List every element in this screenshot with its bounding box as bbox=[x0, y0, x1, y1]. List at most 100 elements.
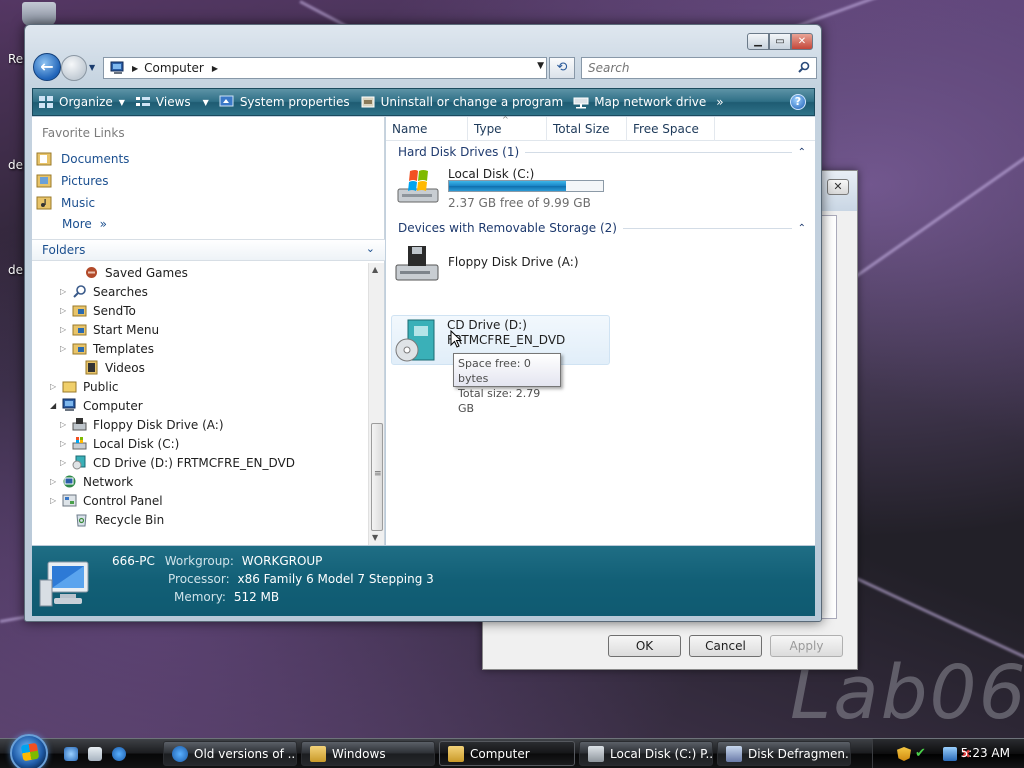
search-box[interactable] bbox=[581, 57, 817, 79]
folders-header[interactable]: Folders ⌄ bbox=[32, 239, 385, 261]
cancel-button[interactable]: Cancel bbox=[689, 635, 762, 657]
column-header-free-space[interactable]: Free Space bbox=[627, 117, 715, 141]
tree-item-recycle-bin[interactable]: Recycle Bin bbox=[62, 510, 164, 529]
expand-arrow-icon[interactable]: ▷ bbox=[60, 439, 70, 448]
taskbar-button-local-disk[interactable]: Local Disk (C:) P... bbox=[579, 741, 713, 766]
scroll-up-arrow-icon[interactable]: ▲ bbox=[372, 265, 378, 274]
maximize-button[interactable]: ▭ bbox=[769, 33, 791, 50]
scroll-down-arrow-icon[interactable]: ▼ bbox=[372, 533, 378, 542]
expand-arrow-icon[interactable]: ▷ bbox=[60, 325, 70, 334]
close-button[interactable]: ✕ bbox=[827, 179, 849, 195]
clock[interactable]: 5:23 AM bbox=[961, 746, 1010, 760]
tree-item-label: Videos bbox=[105, 360, 145, 375]
desktop-icon-label[interactable]: de bbox=[8, 263, 23, 277]
breadcrumb-computer[interactable]: Computer bbox=[144, 61, 204, 75]
tree-item-cd-drive[interactable]: ▷ CD Drive (D:) FRTMCFRE_EN_DVD bbox=[60, 453, 295, 472]
chevron-down-icon[interactable]: ⌄ bbox=[366, 242, 375, 255]
tree-item-templates[interactable]: ▷ Templates bbox=[60, 339, 154, 358]
views-button[interactable]: Views ▼ bbox=[130, 90, 214, 114]
taskbar-button-computer[interactable]: Computer bbox=[439, 741, 575, 766]
group-header-hard-disk[interactable]: Hard Disk Drives (1) ⌃ bbox=[398, 145, 806, 159]
column-header-type[interactable]: Type ^ bbox=[468, 115, 547, 141]
tree-item-local-disk-c[interactable]: ▷ Local Disk (C:) bbox=[60, 434, 179, 453]
tree-item-computer[interactable]: ◢ Computer bbox=[50, 396, 143, 415]
address-dropdown-button[interactable]: ▼ bbox=[537, 61, 544, 71]
address-bar[interactable]: ▶ Computer ▶ ▼ bbox=[103, 57, 547, 79]
forward-button[interactable] bbox=[61, 55, 87, 81]
collapse-arrow-icon[interactable]: ◢ bbox=[50, 401, 60, 410]
column-header-total-size[interactable]: Total Size bbox=[547, 117, 627, 141]
more-links-button[interactable]: More » bbox=[62, 217, 107, 231]
expand-arrow-icon[interactable]: ▷ bbox=[50, 496, 60, 505]
drive-item-floppy[interactable]: Floppy Disk Drive (A:) bbox=[394, 243, 614, 287]
tree-item-floppy[interactable]: ▷ Floppy Disk Drive (A:) bbox=[60, 415, 224, 434]
close-button[interactable]: ✕ bbox=[791, 33, 813, 50]
search-icon[interactable] bbox=[798, 61, 810, 73]
collapse-chevron-icon[interactable]: ⌃ bbox=[798, 223, 806, 234]
minimize-button[interactable]: ▁ bbox=[747, 33, 769, 50]
expand-arrow-icon[interactable]: ▷ bbox=[60, 344, 70, 353]
expand-arrow-icon[interactable]: ▷ bbox=[60, 420, 70, 429]
recycle-bin-icon bbox=[76, 514, 87, 527]
column-header-name[interactable]: Name bbox=[386, 117, 468, 141]
favorite-link-documents[interactable]: Documents bbox=[36, 149, 129, 169]
expand-arrow-icon[interactable]: ▷ bbox=[50, 382, 60, 391]
tree-item-label: Computer bbox=[83, 398, 143, 413]
tree-item-label: Searches bbox=[93, 284, 148, 299]
memory-key: Memory: bbox=[174, 590, 226, 604]
map-network-drive-button[interactable]: Map network drive bbox=[568, 90, 711, 114]
breadcrumb-separator[interactable]: ▶ bbox=[132, 64, 138, 73]
search-input[interactable] bbox=[582, 58, 782, 78]
recycle-bin-desktop-icon[interactable] bbox=[22, 2, 56, 26]
taskbar-button-ie[interactable]: Old versions of ... bbox=[163, 741, 297, 766]
tree-scrollbar[interactable]: ▲ ≡ ▼ bbox=[368, 263, 384, 545]
collapse-chevron-icon[interactable]: ⌃ bbox=[798, 147, 806, 158]
expand-arrow-icon[interactable]: ▷ bbox=[60, 306, 70, 315]
tree-item-start-menu[interactable]: ▷ Start Menu bbox=[60, 320, 159, 339]
favorite-link-music[interactable]: Music bbox=[36, 193, 95, 213]
processor-value: x86 Family 6 Model 7 Stepping 3 bbox=[237, 572, 434, 586]
more-label: More bbox=[62, 217, 92, 231]
favorite-link-label: Music bbox=[61, 196, 96, 210]
ok-button[interactable]: OK bbox=[608, 635, 681, 657]
tree-item-sendto[interactable]: ▷ SendTo bbox=[60, 301, 136, 320]
tree-item-saved-games[interactable]: Saved Games bbox=[72, 263, 188, 282]
show-desktop-icon[interactable] bbox=[64, 747, 78, 761]
favorite-link-pictures[interactable]: Pictures bbox=[36, 171, 109, 191]
desktop-icon-label[interactable]: de bbox=[8, 158, 23, 172]
system-properties-button[interactable]: System properties bbox=[214, 90, 355, 114]
tree-item-public[interactable]: ▷ Public bbox=[50, 377, 119, 396]
tree-item-control-panel[interactable]: ▷ Control Panel bbox=[50, 491, 163, 510]
apply-button[interactable]: Apply bbox=[770, 635, 843, 657]
uninstall-program-button[interactable]: Uninstall or change a program bbox=[355, 90, 569, 114]
switch-windows-icon[interactable] bbox=[88, 747, 102, 761]
tree-item-videos[interactable]: Videos bbox=[72, 358, 145, 377]
tree-item-network[interactable]: ▷ Network bbox=[50, 472, 133, 491]
taskbar-button-windows[interactable]: Windows bbox=[301, 741, 435, 766]
views-label: Views bbox=[155, 95, 191, 109]
organize-button[interactable]: Organize ▼ bbox=[33, 90, 130, 114]
internet-explorer-icon[interactable] bbox=[112, 747, 126, 761]
windows-logo-icon bbox=[20, 742, 40, 762]
toolbar-overflow-button[interactable]: » bbox=[711, 90, 728, 114]
expand-arrow-icon[interactable]: ▷ bbox=[50, 477, 60, 486]
desktop-icon-label[interactable]: Re bbox=[8, 52, 23, 66]
breadcrumb-separator[interactable]: ▶ bbox=[212, 64, 218, 73]
tree-item-searches[interactable]: ▷ Searches bbox=[60, 282, 148, 301]
network-status-icon[interactable] bbox=[943, 747, 957, 761]
taskbar-button-defrag[interactable]: Disk Defragmen... bbox=[717, 741, 851, 766]
network-drive-icon bbox=[573, 97, 589, 109]
security-shield-icon[interactable] bbox=[897, 747, 911, 761]
group-header-removable[interactable]: Devices with Removable Storage (2) ⌃ bbox=[398, 221, 806, 235]
start-button[interactable] bbox=[10, 734, 48, 768]
group-divider bbox=[525, 151, 792, 153]
scrollbar-thumb[interactable]: ≡ bbox=[371, 423, 383, 531]
checkmark-icon[interactable]: ✔ bbox=[915, 747, 929, 761]
expand-arrow-icon[interactable]: ▷ bbox=[60, 458, 70, 467]
back-button[interactable]: ← bbox=[33, 53, 61, 81]
help-button[interactable]: ? bbox=[790, 94, 806, 110]
expand-arrow-icon[interactable]: ▷ bbox=[60, 287, 70, 296]
cd-drive-icon bbox=[395, 319, 435, 362]
recent-pages-dropdown[interactable]: ▼ bbox=[89, 63, 99, 73]
refresh-button[interactable]: ⟲ bbox=[549, 57, 575, 79]
